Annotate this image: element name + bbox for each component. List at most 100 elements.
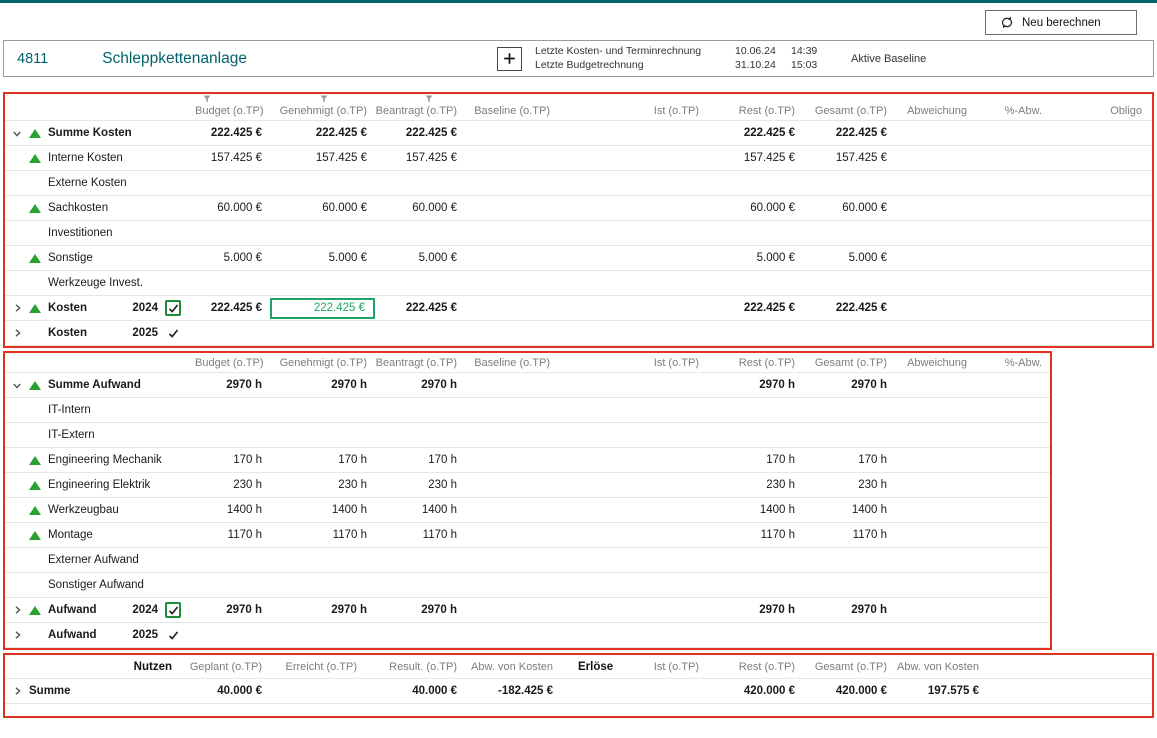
value-cell[interactable]: 230 h [195, 479, 270, 491]
value-cell[interactable]: 40.000 € [180, 685, 270, 697]
value-cell[interactable]: 2970 h [270, 604, 375, 616]
value-cell[interactable]: 230 h [270, 479, 375, 491]
value-cell[interactable]: 5.000 € [195, 252, 270, 264]
value-cell[interactable]: 2970 h [270, 379, 375, 391]
value-cell[interactable]: 5.000 € [707, 252, 803, 264]
chevron-right-icon[interactable] [5, 321, 29, 345]
table-row: Summe Kosten222.425 €222.425 €222.425 €2… [5, 121, 1152, 146]
row-label-cell: Kosten2025 [29, 321, 195, 345]
value-cell[interactable]: 222.425 € [270, 127, 375, 139]
value-cell[interactable]: 1400 h [803, 504, 895, 516]
info-time: 15:03 [791, 59, 835, 72]
benefit-section: NutzenGeplant (o.TP)Erreicht (o.TP)Resul… [3, 653, 1154, 718]
value-cell[interactable]: 157.425 € [270, 152, 375, 164]
value-cell[interactable]: 222.425 € [375, 127, 465, 139]
table-row: Summe Aufwand2970 h2970 h2970 h2970 h297… [5, 373, 1050, 398]
chevron-down-icon[interactable] [5, 373, 29, 397]
value-cell[interactable]: 420.000 € [803, 685, 895, 697]
value-cell[interactable]: 197.575 € [895, 685, 987, 697]
year-checkbox[interactable] [165, 300, 181, 316]
row-label: Werkzeugbau [48, 504, 119, 516]
value-cell[interactable]: 2970 h [803, 379, 895, 391]
table-row: Sonstige5.000 €5.000 €5.000 €5.000 €5.00… [5, 246, 1152, 271]
add-button[interactable] [497, 47, 522, 71]
recalculate-button[interactable]: Neu berechnen [985, 10, 1137, 35]
value-cell[interactable]: 157.425 € [195, 152, 270, 164]
value-cell[interactable]: 1400 h [375, 504, 465, 516]
value-cell[interactable]: 1170 h [707, 529, 803, 541]
chevron-right-icon[interactable] [5, 296, 29, 320]
chevron-right-icon[interactable] [5, 679, 29, 703]
selected-value-cell[interactable]: 222.425 € [270, 298, 375, 319]
value-cell[interactable]: 60.000 € [195, 202, 270, 214]
value-cell[interactable]: 1400 h [270, 504, 375, 516]
table-row: Externe Kosten [5, 171, 1152, 196]
value-cell[interactable]: 157.425 € [375, 152, 465, 164]
value-cell[interactable]: 170 h [195, 454, 270, 466]
table-row: Externer Aufwand [5, 548, 1050, 573]
value-cell[interactable]: 60.000 € [375, 202, 465, 214]
value-cell[interactable]: 5.000 € [803, 252, 895, 264]
value-cell[interactable]: 170 h [270, 454, 375, 466]
value-cell[interactable]: 1170 h [195, 529, 270, 541]
value-cell[interactable]: 2970 h [375, 379, 465, 391]
filter-icon[interactable] [425, 95, 433, 103]
column-header: Rest (o.TP) [707, 105, 803, 117]
value-cell[interactable]: 1170 h [270, 529, 375, 541]
value-cell[interactable]: 2970 h [707, 604, 803, 616]
filter-icon[interactable] [320, 95, 328, 103]
value-cell[interactable]: 222.425 € [803, 127, 895, 139]
trend-up-icon [29, 531, 41, 540]
value-cell[interactable]: 157.425 € [803, 152, 895, 164]
value-cell[interactable]: 222.425 € [195, 127, 270, 139]
value-cell[interactable]: 40.000 € [365, 685, 465, 697]
value-cell[interactable]: 1170 h [803, 529, 895, 541]
value-cell[interactable]: 170 h [803, 454, 895, 466]
filter-icon[interactable] [203, 95, 211, 103]
value-cell[interactable]: 222.425 € [707, 127, 803, 139]
value-cell[interactable]: 230 h [707, 479, 803, 491]
year-checkbox[interactable] [165, 602, 181, 618]
value-cell[interactable]: 2970 h [195, 379, 270, 391]
value-cell[interactable]: 222.425 € [707, 302, 803, 314]
trend-up-icon [29, 304, 41, 313]
value-cell[interactable]: -182.425 € [465, 685, 561, 697]
value-cell[interactable]: 1400 h [195, 504, 270, 516]
chevron-right-icon[interactable] [5, 623, 29, 647]
column-filter-strip [5, 94, 1152, 101]
table-row: Kosten2025 [5, 321, 1152, 346]
value-cell[interactable]: 60.000 € [803, 202, 895, 214]
year-checkmark[interactable] [165, 328, 181, 339]
table-row: Investitionen [5, 221, 1152, 246]
value-cell[interactable]: 230 h [803, 479, 895, 491]
value-cell[interactable]: 170 h [375, 454, 465, 466]
column-header: Abweichung [895, 105, 975, 117]
row-label-cell: Montage [29, 523, 195, 547]
value-cell[interactable]: 230 h [375, 479, 465, 491]
value-cell[interactable]: 1400 h [707, 504, 803, 516]
value-cell[interactable]: 2970 h [707, 379, 803, 391]
toolbar: Neu berechnen [0, 3, 1157, 40]
value-cell[interactable]: 60.000 € [707, 202, 803, 214]
chevron-right-icon[interactable] [5, 598, 29, 622]
value-cell[interactable]: 2970 h [803, 604, 895, 616]
row-label: Engineering Elektrik [48, 479, 150, 491]
value-cell[interactable]: 222.425 € [195, 302, 270, 314]
row-label-cell: Summe Aufwand [29, 373, 195, 397]
value-cell[interactable]: 170 h [707, 454, 803, 466]
chevron-down-icon[interactable] [5, 121, 29, 145]
row-label-cell: Sachkosten [29, 196, 195, 220]
value-cell[interactable]: 157.425 € [707, 152, 803, 164]
value-cell[interactable]: 2970 h [375, 604, 465, 616]
value-cell[interactable]: 60.000 € [270, 202, 375, 214]
value-cell[interactable]: 420.000 € [707, 685, 803, 697]
value-cell[interactable]: 1170 h [375, 529, 465, 541]
value-cell[interactable]: 5.000 € [270, 252, 375, 264]
value-cell[interactable]: 5.000 € [375, 252, 465, 264]
table-header-row: Budget (o.TP)Genehmigt (o.TP)Beantragt (… [5, 101, 1152, 121]
value-cell[interactable]: 222.425 € [375, 302, 465, 314]
column-header: Rest (o.TP) [707, 357, 803, 369]
value-cell[interactable]: 2970 h [195, 604, 270, 616]
year-checkmark[interactable] [165, 630, 181, 641]
value-cell[interactable]: 222.425 € [803, 302, 895, 314]
